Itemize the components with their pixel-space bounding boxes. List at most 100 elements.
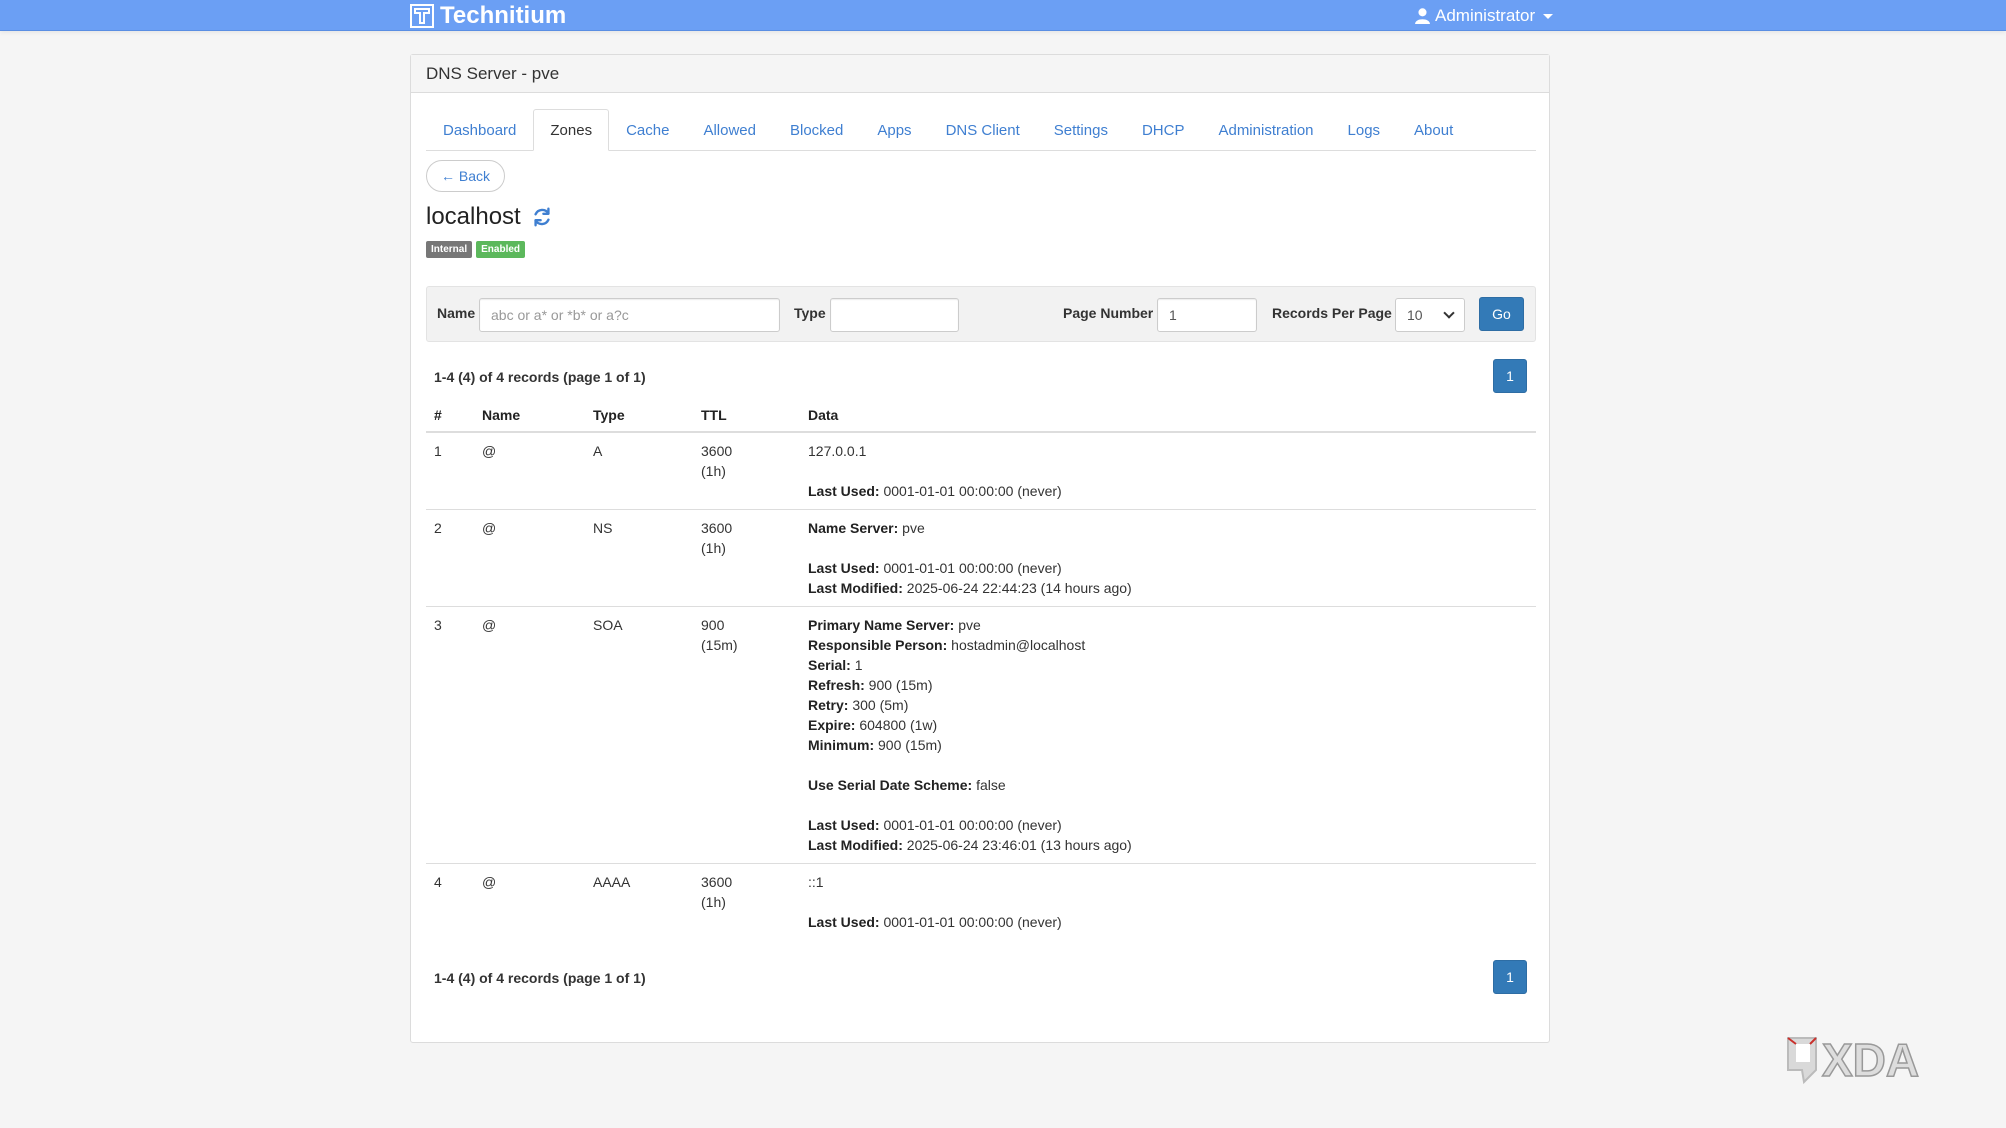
record-data-line: ::1: [808, 872, 1528, 892]
record-ttl: 3600 (1h): [693, 863, 800, 940]
tab-blocked[interactable]: Blocked: [773, 109, 860, 151]
record-name: @: [482, 443, 497, 459]
record-data-value: 0001-01-01 00:00:00 (never): [879, 817, 1062, 833]
record-data-label: Primary Name Server:: [808, 617, 955, 633]
record-data-label: Name Server:: [808, 520, 899, 536]
records-summary-bottom: 1-4 (4) of 4 records (page 1 of 1): [434, 970, 646, 986]
svg-text:XDA: XDA: [1822, 1034, 1919, 1086]
ttl-seconds: 3600: [701, 443, 733, 459]
pagination-page-1-top[interactable]: 1: [1493, 359, 1527, 393]
ttl-human: (1h): [701, 540, 726, 556]
record-data-value: 300 (5m): [848, 697, 909, 713]
tab-dhcp[interactable]: DHCP: [1125, 109, 1202, 151]
record-number: 2: [426, 509, 474, 607]
record-data-line: Retry: 300 (5m): [808, 695, 1528, 715]
data-spacer: [808, 461, 1528, 481]
record-data-label: Last Used:: [808, 817, 880, 833]
record-data-line: Last Modified: 2025-06-24 23:46:01 (13 h…: [808, 835, 1528, 855]
record-data-line: Minimum: 900 (15m): [808, 735, 1528, 755]
record-data-label: Refresh:: [808, 677, 865, 693]
tab-settings[interactable]: Settings: [1037, 109, 1125, 151]
record-data-line: Last Used: 0001-01-01 00:00:00 (never): [808, 481, 1528, 501]
record-data-line: Last Used: 0001-01-01 00:00:00 (never): [808, 815, 1528, 835]
record-data-label: Responsible Person:: [808, 637, 948, 653]
record-type: A: [593, 443, 603, 459]
back-button[interactable]: ← Back: [426, 160, 506, 192]
header-name: Name: [474, 399, 585, 433]
record-data-label: Minimum:: [808, 737, 875, 753]
record-data: Name Server: pve Last Used: 0001-01-01 00…: [800, 509, 1536, 607]
record-data-label: Expire:: [808, 717, 856, 733]
record-data-label: Last Used:: [808, 560, 880, 576]
record-data-line: Expire: 604800 (1w): [808, 715, 1528, 735]
pagination-page-1-bottom[interactable]: 1: [1493, 960, 1527, 994]
record-name: @: [474, 509, 585, 607]
xda-watermark-logo: XDA: [1787, 1033, 1920, 1087]
tab-allowed[interactable]: Allowed: [686, 109, 773, 151]
record-data-line: Name Server: pve: [808, 518, 1528, 538]
header-data: Data: [800, 399, 1536, 433]
tab-administration[interactable]: Administration: [1201, 109, 1330, 151]
user-name: Administrator: [1435, 5, 1536, 25]
record-data-label: Serial:: [808, 657, 851, 673]
brand-name: Technitium: [440, 1, 567, 29]
top-navbar: Technitium Administrator: [0, 0, 2006, 31]
record-data: 127.0.0.1 Last Used: 0001-01-01 00:00:00 …: [800, 432, 1536, 510]
record-data-label: Retry:: [808, 697, 849, 713]
tab-apps[interactable]: Apps: [860, 109, 928, 151]
type-filter-input[interactable]: [830, 298, 959, 332]
tab-cache[interactable]: Cache: [609, 109, 686, 151]
record-data-line: Responsible Person: hostadmin@localhost: [808, 635, 1528, 655]
record-data-line: Last Used: 0001-01-01 00:00:00 (never): [808, 558, 1528, 578]
type-filter-label: Type: [794, 305, 826, 321]
record-number: 3: [426, 606, 474, 864]
record-data-value: false: [972, 777, 1006, 793]
records-summary-top: 1-4 (4) of 4 records (page 1 of 1): [434, 369, 646, 385]
brand[interactable]: Technitium: [410, 2, 566, 29]
record-data-line: Refresh: 900 (15m): [808, 675, 1528, 695]
header-number: #: [426, 399, 474, 433]
data-spacer: [808, 538, 1528, 558]
record-data-value: 2025-06-24 23:46:01 (13 hours ago): [902, 837, 1132, 853]
record-data-label: Last Used:: [808, 483, 880, 499]
tab-dns-client[interactable]: DNS Client: [929, 109, 1037, 151]
name-filter-input[interactable]: [479, 298, 780, 332]
record-data-label: Last Modified:: [808, 837, 903, 853]
record-data-line: 127.0.0.1: [808, 441, 1528, 461]
record-data-value: pve: [954, 617, 981, 633]
ttl-human: (1h): [701, 463, 726, 479]
ttl-seconds: 900: [701, 617, 725, 633]
records-per-page-select[interactable]: 10: [1395, 298, 1465, 332]
badge-enabled: Enabled: [476, 241, 526, 258]
record-ttl: 3600 (1h): [693, 432, 800, 510]
table-row: 3 @ SOA 900 (15m) Primary Name Server: pve Res…: [426, 606, 1536, 864]
tab-zones[interactable]: Zones: [533, 109, 610, 151]
record-number: 4: [426, 863, 474, 940]
page-number-label: Page Number: [1063, 305, 1154, 321]
go-button[interactable]: Go: [1479, 297, 1524, 331]
record-data-value: 0001-01-01 00:00:00 (never): [879, 914, 1062, 930]
zone-name: localhost: [426, 203, 521, 230]
record-number: 1: [434, 443, 442, 459]
tab-logs[interactable]: Logs: [1331, 109, 1398, 151]
record-type: SOA: [585, 606, 693, 864]
record-data-label: Last Used:: [808, 914, 880, 930]
page-number-input[interactable]: [1157, 298, 1257, 332]
record-data-value: ::1: [808, 874, 824, 890]
tab-about[interactable]: About: [1397, 109, 1470, 151]
ttl-human: (15m): [701, 637, 738, 653]
chevron-down-icon: [1443, 307, 1455, 319]
record-type: AAAA: [585, 863, 693, 940]
records-table: # Name Type TTL Data 1 @ A 3600 (1h) 127.0.0.…: [426, 399, 1536, 940]
refresh-icon[interactable]: [531, 206, 553, 228]
user-menu[interactable]: Administrator: [1414, 4, 1554, 27]
ttl-seconds: 3600: [701, 874, 733, 890]
filter-bar: Name Type Page Number Records Per Page 1…: [426, 286, 1536, 342]
record-data-line: Use Serial Date Scheme: false: [808, 775, 1528, 795]
table-row: 1 @ A 3600 (1h) 127.0.0.1 Last Used: 0001-01-0…: [426, 432, 1536, 510]
tab-dashboard[interactable]: Dashboard: [426, 109, 533, 151]
data-spacer: [808, 892, 1528, 912]
panel-title: DNS Server - pve: [411, 55, 1549, 93]
table-header-row: # Name Type TTL Data: [426, 399, 1536, 433]
record-name: @: [474, 863, 585, 940]
